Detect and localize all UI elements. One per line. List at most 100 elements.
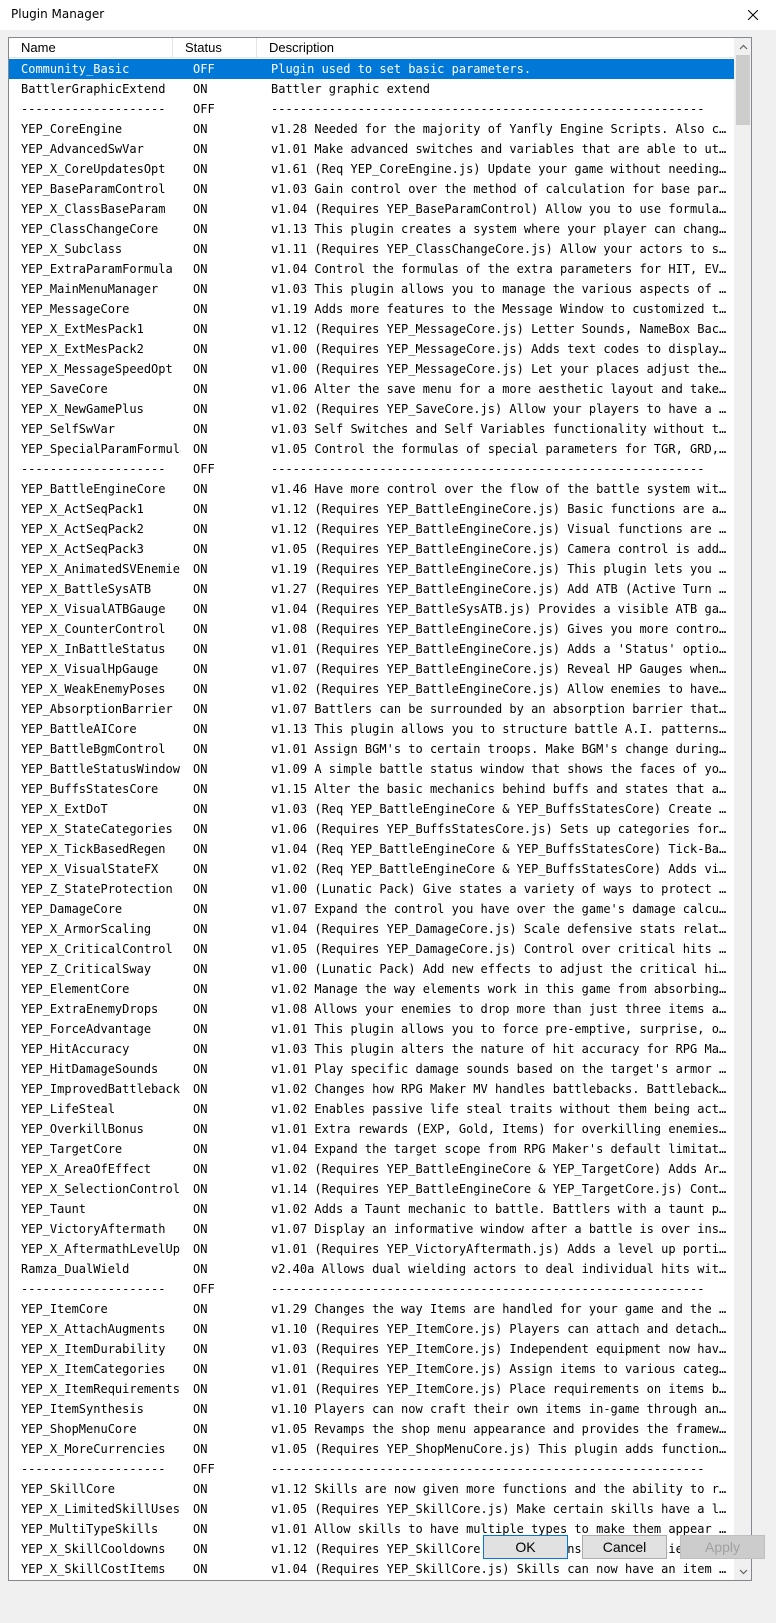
table-row[interactable]: YEP_X_VisualATBGauge ON v1.04 (Requires YE…	[9, 599, 751, 619]
column-header-description[interactable]: Description	[257, 38, 733, 58]
plugin-description: ----------------------------------------…	[271, 102, 705, 116]
table-row[interactable]: YEP_BuffsStatesCore ON v1.15 Alter the bas…	[9, 779, 751, 799]
plugin-description: v1.00 (Requires YEP_MessageCore.js) Adds…	[271, 342, 733, 356]
table-row[interactable]: YEP_X_ItemRequirements ON v1.01 (Requires …	[9, 1379, 751, 1399]
plugin-status: ON	[193, 422, 208, 436]
cancel-button[interactable]: Cancel	[582, 1535, 667, 1559]
column-header-status[interactable]: Status	[173, 38, 257, 58]
table-row[interactable]: YEP_LifeSteal ON v1.02 Enables passive lif…	[9, 1099, 751, 1119]
vertical-scrollbar[interactable]	[734, 38, 751, 1580]
table-row[interactable]: YEP_CoreEngine ON v1.28 Needed for the maj…	[9, 119, 751, 139]
table-row[interactable]: YEP_ForceAdvantage ON v1.01 This plugin al…	[9, 1019, 751, 1039]
table-row[interactable]: YEP_AbsorptionBarrier ON v1.07 Battlers ca…	[9, 699, 751, 719]
table-row[interactable]: YEP_Z_StateProtection ON v1.00 (Lunatic Pa…	[9, 879, 751, 899]
table-row[interactable]: YEP_X_ExtMesPack2 ON v1.00 (Requires YEP_M…	[9, 339, 751, 359]
table-row[interactable]: YEP_X_InBattleStatus ON v1.01 (Requires YE…	[9, 639, 751, 659]
column-header-name[interactable]: Name	[9, 38, 173, 58]
scroll-down-button[interactable]	[735, 1563, 751, 1580]
table-row[interactable]: YEP_ItemCore ON v1.29 Changes the way Item…	[9, 1299, 751, 1319]
table-row[interactable]: -------------------- OFF -----------------…	[9, 99, 751, 119]
table-row[interactable]: YEP_X_TickBasedRegen ON v1.04 (Req YEP_Bat…	[9, 839, 751, 859]
table-row[interactable]: YEP_X_ClassBaseParam ON v1.04 (Requires YE…	[9, 199, 751, 219]
table-row[interactable]: YEP_X_AttachAugments ON v1.10 (Requires YE…	[9, 1319, 751, 1339]
table-row[interactable]: YEP_X_SkillCostItems ON v1.04 (Requires YE…	[9, 1559, 751, 1579]
table-row[interactable]: YEP_X_ActSeqPack1 ON v1.12 (Requires YEP_B…	[9, 499, 751, 519]
table-row[interactable]: YEP_MessageCore ON v1.19 Adds more feature…	[9, 299, 751, 319]
table-row[interactable]: YEP_X_NewGamePlus ON v1.02 (Requires YEP_S…	[9, 399, 751, 419]
table-row[interactable]: YEP_X_AnimatedSVEnemies ON v1.19 (Requires…	[9, 559, 751, 579]
plugin-description: Battler graphic extend	[271, 82, 430, 96]
plugin-status: ON	[193, 1102, 208, 1116]
table-row[interactable]: YEP_X_WeakEnemyPoses ON v1.02 (Requires YE…	[9, 679, 751, 699]
table-row[interactable]: YEP_X_CounterControl ON v1.08 (Requires YE…	[9, 619, 751, 639]
scroll-up-button[interactable]	[735, 38, 751, 55]
table-row[interactable]: YEP_X_ActSeqPack3 ON v1.05 (Requires YEP_B…	[9, 539, 751, 559]
table-row[interactable]: YEP_AdvancedSwVar ON v1.01 Make advanced s…	[9, 139, 751, 159]
table-row[interactable]: YEP_X_ActSeqPack2 ON v1.12 (Requires YEP_B…	[9, 519, 751, 539]
table-row[interactable]: YEP_SelfSwVar ON v1.03 Self Switches and S…	[9, 419, 751, 439]
table-row[interactable]: YEP_OverkillBonus ON v1.01 Extra rewards (…	[9, 1119, 751, 1139]
table-row[interactable]: YEP_X_StateCategories ON v1.06 (Requires Y…	[9, 819, 751, 839]
close-button[interactable]	[730, 0, 776, 30]
plugin-description: v1.01 Play specific damage sounds based …	[271, 1062, 733, 1076]
table-row[interactable]: YEP_BattleEngineCore ON v1.46 Have more co…	[9, 479, 751, 499]
table-row[interactable]: YEP_ImprovedBattlebacks ON v1.02 Changes h…	[9, 1079, 751, 1099]
table-row[interactable]: -------------------- OFF -----------------…	[9, 459, 751, 479]
plugin-status: ON	[193, 642, 208, 656]
table-row[interactable]: YEP_BattleAICore ON v1.13 This plugin allo…	[9, 719, 751, 739]
table-row[interactable]: Community_Basic OFF Plugin used to set bas…	[9, 59, 751, 79]
scroll-thumb[interactable]	[736, 55, 750, 125]
table-row[interactable]: YEP_ExtraParamFormula ON v1.04 Control the…	[9, 259, 751, 279]
table-row[interactable]: YEP_X_BattleSysATB ON v1.27 (Requires YEP_…	[9, 579, 751, 599]
table-row[interactable]: YEP_X_Subclass ON v1.11 (Requires YEP_Clas…	[9, 239, 751, 259]
table-row[interactable]: YEP_X_LimitedSkillUses ON v1.05 (Requires …	[9, 1499, 751, 1519]
table-row[interactable]: YEP_X_VisualHpGauge ON v1.07 (Requires YEP…	[9, 659, 751, 679]
table-row[interactable]: YEP_X_AftermathLevelUp ON v1.01 (Requires …	[9, 1239, 751, 1259]
table-row[interactable]: Ramza_DualWield ON v2.40a Allows dual wiel…	[9, 1259, 751, 1279]
table-row[interactable]: YEP_ElementCore ON v1.02 Manage the way el…	[9, 979, 751, 999]
table-row[interactable]: YEP_HitDamageSounds ON v1.01 Play specific…	[9, 1059, 751, 1079]
table-row[interactable]: YEP_X_MoreCurrencies ON v1.05 (Requires YE…	[9, 1439, 751, 1459]
plugin-name: YEP_ExtraEnemyDrops	[21, 1002, 159, 1016]
table-row[interactable]: YEP_X_ItemCategories ON v1.01 (Requires YE…	[9, 1359, 751, 1379]
plugin-status: ON	[193, 1122, 208, 1136]
table-row[interactable]: YEP_VictoryAftermath ON v1.07 Display an i…	[9, 1219, 751, 1239]
table-row[interactable]: YEP_ClassChangeCore ON v1.13 This plugin c…	[9, 219, 751, 239]
table-row[interactable]: YEP_X_ExtDoT ON v1.03 (Req YEP_BattleEngin…	[9, 799, 751, 819]
table-row[interactable]: YEP_BattleBgmControl ON v1.01 Assign BGM's…	[9, 739, 751, 759]
table-row[interactable]: YEP_HitAccuracy ON v1.03 This plugin alter…	[9, 1039, 751, 1059]
table-row[interactable]: -------------------- OFF -----------------…	[9, 1279, 751, 1299]
table-row[interactable]: YEP_BattleStatusWindow ON v1.09 A simple b…	[9, 759, 751, 779]
table-row[interactable]: YEP_Taunt ON v1.02 Adds a Taunt mechanic t…	[9, 1199, 751, 1219]
plugin-description: v1.01 Extra rewards (EXP, Gold, Items) f…	[271, 1122, 733, 1136]
plugin-description: v1.03 Gain control over the method of ca…	[271, 182, 733, 196]
table-row[interactable]: YEP_ExtraEnemyDrops ON v1.08 Allows your e…	[9, 999, 751, 1019]
table-row[interactable]: YEP_X_ArmorScaling ON v1.04 (Requires YEP_…	[9, 919, 751, 939]
plugin-status: ON	[193, 1142, 208, 1156]
apply-button[interactable]: Apply	[680, 1535, 765, 1559]
table-row[interactable]: -------------------- OFF -----------------…	[9, 1459, 751, 1479]
table-row[interactable]: YEP_X_SelectionControl ON v1.14 (Requires …	[9, 1179, 751, 1199]
table-row[interactable]: YEP_SpecialParamFormula ON v1.05 Control t…	[9, 439, 751, 459]
table-row[interactable]: BattlerGraphicExtend ON Battler graphic ex…	[9, 79, 751, 99]
table-row[interactable]: YEP_X_ExtMesPack1 ON v1.12 (Requires YEP_M…	[9, 319, 751, 339]
table-row[interactable]: YEP_ItemSynthesis ON v1.10 Players can now…	[9, 1399, 751, 1419]
table-row[interactable]: YEP_X_VisualStateFX ON v1.02 (Req YEP_Batt…	[9, 859, 751, 879]
table-row[interactable]: YEP_X_CriticalControl ON v1.05 (Requires Y…	[9, 939, 751, 959]
table-row[interactable]: YEP_X_ItemDurability ON v1.03 (Requires YE…	[9, 1339, 751, 1359]
table-row[interactable]: YEP_X_AreaOfEffect ON v1.02 (Requires YEP_…	[9, 1159, 751, 1179]
table-row[interactable]: YEP_X_MessageSpeedOpt ON v1.00 (Requires Y…	[9, 359, 751, 379]
plugin-list[interactable]: Name Status Description Community_Basic O…	[8, 37, 752, 1581]
plugin-status: ON	[193, 122, 208, 136]
table-row[interactable]: YEP_BaseParamControl ON v1.03 Gain control…	[9, 179, 751, 199]
table-row[interactable]: YEP_SaveCore ON v1.06 Alter the save menu …	[9, 379, 751, 399]
table-row[interactable]: YEP_ShopMenuCore ON v1.05 Revamps the shop…	[9, 1419, 751, 1439]
table-row[interactable]: YEP_MainMenuManager ON v1.03 This plugin a…	[9, 279, 751, 299]
table-row[interactable]: YEP_X_CoreUpdatesOpt ON v1.61 (Req YEP_Cor…	[9, 159, 751, 179]
ok-button[interactable]: OK	[483, 1535, 568, 1559]
table-row[interactable]: YEP_TargetCore ON v1.04 Expand the target …	[9, 1139, 751, 1159]
table-row[interactable]: YEP_Z_CriticalSway ON v1.00 (Lunatic Pack)…	[9, 959, 751, 979]
table-row[interactable]: YEP_DamageCore ON v1.07 Expand the control…	[9, 899, 751, 919]
plugin-status: ON	[193, 1302, 208, 1316]
table-row[interactable]: YEP_SkillCore ON v1.12 Skills are now give…	[9, 1479, 751, 1499]
